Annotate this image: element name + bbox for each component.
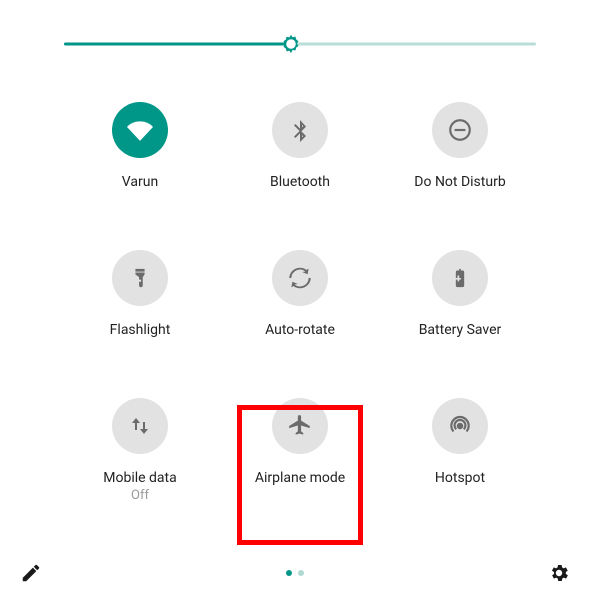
airplane-icon[interactable]	[272, 398, 328, 454]
tile-wifi[interactable]: Varun	[60, 102, 220, 190]
tile-label: Flashlight	[110, 322, 171, 338]
tile-label: Do Not Disturb	[414, 174, 505, 190]
tile-label: Varun	[122, 174, 158, 190]
battery-saver-icon[interactable]	[432, 250, 488, 306]
settings-button[interactable]	[548, 562, 570, 584]
brightness-fill	[64, 43, 291, 46]
dnd-icon[interactable]	[432, 102, 488, 158]
quick-settings-grid: Varun Bluetooth Do Not Disturb Flashligh…	[0, 62, 600, 533]
brightness-thumb[interactable]	[280, 33, 302, 55]
gear-icon	[548, 562, 570, 584]
edit-icon	[20, 562, 42, 584]
tile-battery[interactable]: Battery Saver	[380, 250, 540, 338]
mobiledata-icon[interactable]	[112, 398, 168, 454]
tile-airplane[interactable]: Airplane mode	[220, 398, 380, 503]
tile-label: Hotspot	[435, 470, 485, 486]
tile-label: Bluetooth	[270, 174, 330, 190]
brightness-icon	[280, 33, 302, 55]
tile-sublabel: Off	[131, 488, 149, 503]
autorotate-icon[interactable]	[272, 250, 328, 306]
tile-mobiledata[interactable]: Mobile data Off	[60, 398, 220, 503]
edit-button[interactable]	[20, 562, 42, 584]
tile-hotspot[interactable]: Hotspot	[380, 398, 540, 503]
tile-label: Mobile data	[103, 470, 176, 486]
bluetooth-icon[interactable]	[272, 102, 328, 158]
tile-dnd[interactable]: Do Not Disturb	[380, 102, 540, 190]
flashlight-icon[interactable]	[112, 250, 168, 306]
hotspot-icon[interactable]	[432, 398, 488, 454]
tile-label: Airplane mode	[255, 470, 345, 486]
tile-label: Battery Saver	[419, 322, 502, 338]
tile-flashlight[interactable]: Flashlight	[60, 250, 220, 338]
page-indicator	[286, 570, 304, 576]
tile-label: Auto-rotate	[265, 322, 335, 338]
page-dot	[286, 570, 292, 576]
tile-autorotate[interactable]: Auto-rotate	[220, 250, 380, 338]
tile-bluetooth[interactable]: Bluetooth	[220, 102, 380, 190]
brightness-slider[interactable]	[64, 26, 536, 62]
bottom-bar	[20, 555, 570, 591]
page-dot	[298, 570, 304, 576]
wifi-icon[interactable]	[112, 102, 168, 158]
